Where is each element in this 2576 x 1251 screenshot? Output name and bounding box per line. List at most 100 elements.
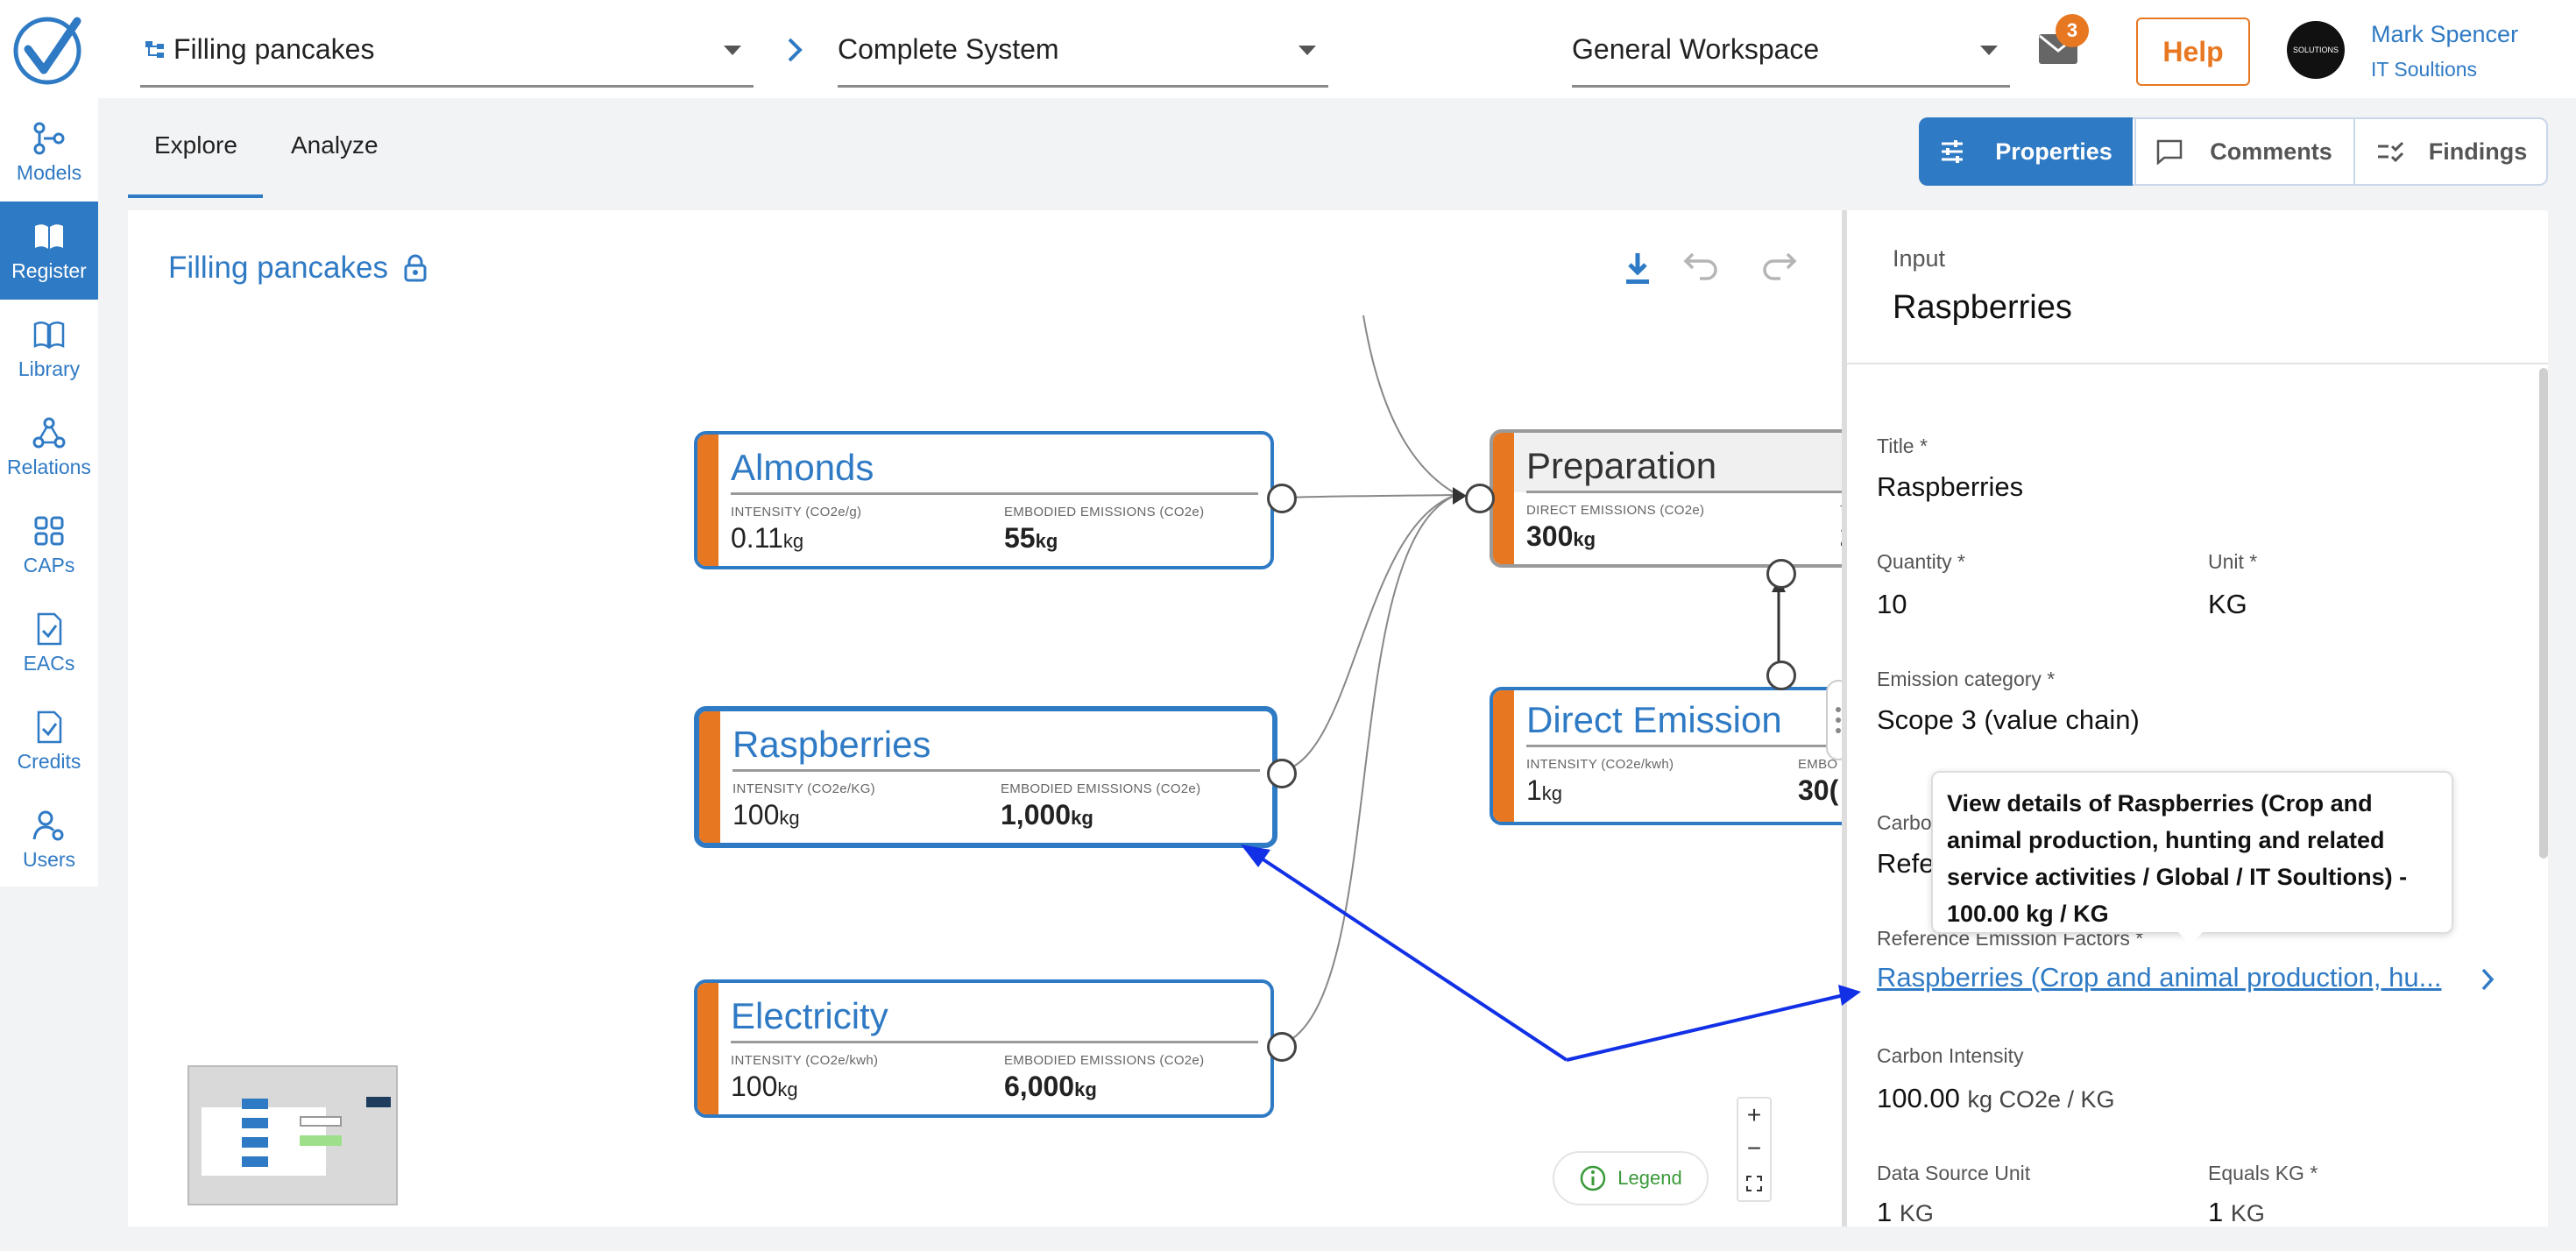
panel-scrollbar[interactable] xyxy=(2539,368,2548,859)
sidebar: Models Register Library Relations CAPs E… xyxy=(0,98,98,887)
sidebar-item-label: Models xyxy=(16,160,82,184)
sidebar-item-library[interactable]: Library xyxy=(0,300,98,398)
avatar[interactable]: SOLUTIONS xyxy=(2287,21,2345,79)
node-value: 100 xyxy=(732,799,780,830)
minimap-node xyxy=(242,1137,268,1148)
node-electricity[interactable]: Electricity INTENSITY (CO2e/kwh) EMBODIE… xyxy=(694,979,1274,1118)
document-check-icon xyxy=(37,612,62,645)
output-port[interactable] xyxy=(1267,1032,1297,1062)
document-check-icon xyxy=(37,710,62,743)
sidebar-item-eacs[interactable]: EACs xyxy=(0,594,98,692)
node-label: INTENSITY (CO2e/kwh) xyxy=(731,1053,879,1068)
sidebar-item-caps[interactable]: CAPs xyxy=(0,496,98,594)
node-unit: kg xyxy=(777,1078,798,1100)
user-org[interactable]: IT Soultions xyxy=(2371,58,2477,81)
data-source-unit-number: 1 xyxy=(1877,1197,1893,1226)
node-label: DIRECT EMISSIONS (CO2e) xyxy=(1526,503,1705,518)
output-port[interactable] xyxy=(1267,484,1297,513)
findings-button[interactable]: Findings xyxy=(2353,117,2548,186)
node-almonds[interactable]: Almonds INTENSITY (CO2e/g) EMBODIED EMIS… xyxy=(694,431,1274,569)
equals-kg-value: KG xyxy=(2230,1200,2265,1226)
panel-divider xyxy=(1847,363,2548,364)
node-value: 55 xyxy=(1004,522,1036,554)
grid-icon xyxy=(34,516,64,545)
node-unit: kg xyxy=(1573,528,1596,550)
minimap[interactable] xyxy=(188,1065,398,1205)
sidebar-item-relations[interactable]: Relations xyxy=(0,398,98,496)
node-value: 1 xyxy=(1526,774,1542,806)
equals-kg-number: 1 xyxy=(2208,1197,2224,1226)
quantity-field[interactable]: 10 xyxy=(1877,589,1907,620)
sidebar-item-models[interactable]: Models xyxy=(0,103,98,201)
unit-label: Unit * xyxy=(2208,550,2258,573)
node-accent-bar xyxy=(697,983,718,1114)
help-button[interactable]: Help xyxy=(2136,18,2250,86)
minimap-node xyxy=(300,1135,342,1146)
ref-factors-link[interactable]: Raspberries (Crop and animal production,… xyxy=(1877,962,2441,993)
legend-button[interactable]: Legend xyxy=(1553,1151,1709,1205)
workspace-dropdown[interactable]: General Workspace xyxy=(1572,14,2010,88)
node-value: 1,000 xyxy=(1001,799,1072,830)
book-icon xyxy=(33,321,65,349)
properties-label: Properties xyxy=(1995,138,2112,165)
title-field[interactable]: Raspberries xyxy=(1877,471,2023,503)
sliders-icon xyxy=(1942,140,1964,163)
sidebar-item-label: Credits xyxy=(17,749,81,773)
model-canvas[interactable]: Filling pancakes Almonds INTENSITY (CO2e… xyxy=(128,210,1842,1226)
model-dropdown-value: Filling pancakes xyxy=(173,33,375,65)
input-port[interactable] xyxy=(1766,559,1796,589)
node-unit: kg xyxy=(1071,807,1093,829)
node-value: 100 xyxy=(731,1071,778,1102)
output-port[interactable] xyxy=(1267,759,1297,788)
system-dropdown[interactable]: Complete System xyxy=(838,14,1328,88)
data-source-unit-field[interactable]: 1 KG xyxy=(1877,1197,1934,1226)
zoom-in-icon[interactable]: + xyxy=(1738,1099,1770,1132)
node-label: INTENSITY (CO2e/kwh) xyxy=(1526,757,1674,772)
unit-field[interactable]: KG xyxy=(2208,589,2247,620)
panel-resize-handle[interactable] xyxy=(1826,680,1842,760)
panel-type-label: Input xyxy=(1893,245,1946,272)
findings-label: Findings xyxy=(2428,138,2528,165)
equals-kg-label: Equals KG * xyxy=(2208,1162,2318,1184)
sidebar-item-label: EACs xyxy=(23,651,75,675)
properties-button[interactable]: Properties xyxy=(1919,117,2133,186)
sidebar-item-credits[interactable]: Credits xyxy=(0,692,98,790)
node-raspberries[interactable]: Raspberries INTENSITY (CO2e/KG) EMBODIED… xyxy=(694,706,1277,848)
emission-category-field[interactable]: Scope 3 (value chain) xyxy=(1877,704,2140,736)
user-name[interactable]: Mark Spencer xyxy=(2371,21,2518,48)
fit-view-icon[interactable] xyxy=(1738,1167,1770,1200)
sidebar-item-label: Register xyxy=(11,258,87,282)
active-tab-indicator xyxy=(128,194,263,198)
carbon-field-partial[interactable]: Refe xyxy=(1877,848,1934,880)
model-dropdown[interactable]: Filling pancakes xyxy=(140,14,754,88)
properties-panel: Input Raspberries Title * Raspberries Qu… xyxy=(1842,210,2548,1226)
notification-badge: 3 xyxy=(2056,14,2089,47)
carbon-intensity-number: 100.00 xyxy=(1877,1083,1960,1113)
workspace-dropdown-value: General Workspace xyxy=(1572,33,1820,65)
minimap-node xyxy=(300,1116,342,1127)
sidebar-item-register[interactable]: Register xyxy=(0,201,98,300)
equals-kg-field[interactable]: 1 KG xyxy=(2208,1197,2265,1226)
emission-category-label: Emission category * xyxy=(1877,668,2056,690)
node-label: INTENSITY (CO2e/g) xyxy=(731,505,862,519)
comments-button[interactable]: Comments xyxy=(2134,117,2352,186)
app-logo-icon[interactable] xyxy=(11,14,84,88)
chevron-right-icon[interactable] xyxy=(2480,967,2495,996)
node-direct-emission[interactable]: Direct Emission INTENSITY (CO2e/kwh) EMB… xyxy=(1490,687,1842,825)
node-unit: kg xyxy=(782,530,804,552)
node-preparation[interactable]: Preparation DIRECT EMISSIONS (CO2e) T 30… xyxy=(1490,429,1842,568)
output-port[interactable] xyxy=(1766,661,1796,690)
models-icon xyxy=(33,122,65,154)
input-port[interactable] xyxy=(1465,484,1495,513)
node-value: 6,000 xyxy=(1004,1071,1075,1102)
tab-analyze[interactable]: Analyze xyxy=(291,131,379,159)
node-label: EMBODIED EMISSIONS (CO2e) xyxy=(1004,1053,1205,1068)
node-divider xyxy=(1526,491,1842,493)
sidebar-item-users[interactable]: Users xyxy=(0,790,98,888)
data-source-unit-label: Data Source Unit xyxy=(1877,1162,2031,1184)
title-label: Title * xyxy=(1877,435,1928,457)
zoom-out-icon[interactable]: − xyxy=(1738,1132,1770,1165)
node-value: 30( xyxy=(1798,774,1839,806)
relations-icon xyxy=(32,417,66,448)
tab-explore[interactable]: Explore xyxy=(154,131,237,159)
